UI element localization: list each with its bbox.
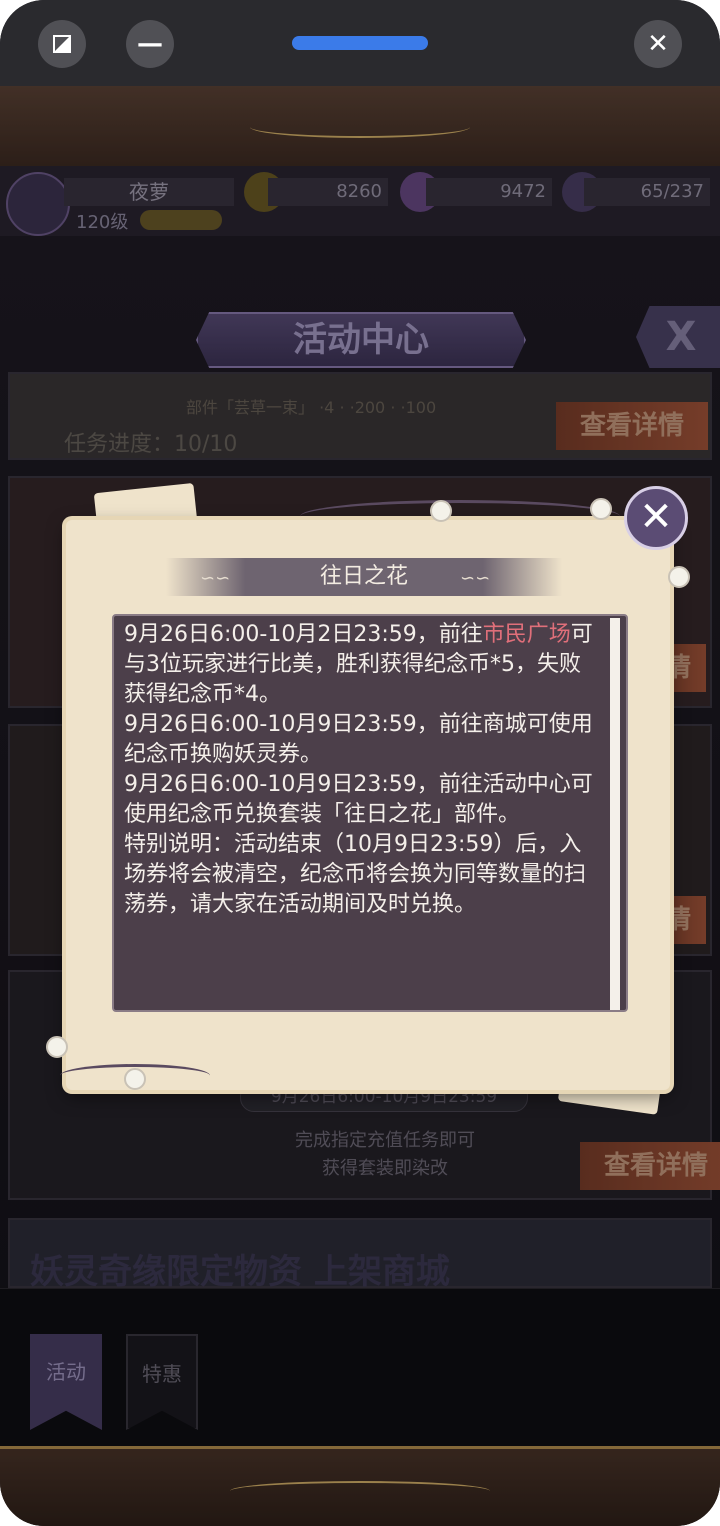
level-badge	[140, 210, 222, 230]
rule-paragraph-2: 9月26日6:00-10月9日23:59，前往商城可使用纪念币换购妖灵券。	[124, 712, 593, 767]
minimize-button[interactable]: —	[126, 20, 174, 68]
task-progress: 任务进度：10/10	[64, 432, 238, 457]
condition-line-1: 完成指定充值任务即可	[295, 1130, 475, 1151]
vine-decoration	[300, 500, 620, 533]
ornament-icon	[250, 116, 470, 138]
plaza-link[interactable]: 市民广场	[483, 622, 571, 647]
bottom-nav	[0, 1288, 720, 1447]
flower-icon	[668, 566, 690, 588]
app-window: — ✕ 夜萝 120级 8260 9472 65/237 活动中心 X 部件「芸…	[0, 0, 720, 1526]
player-level: 120级	[76, 212, 129, 233]
window-titlebar: — ✕	[0, 0, 720, 86]
rotate-icon-glyph	[53, 35, 71, 53]
coin-count: 8260	[268, 178, 388, 206]
rotate-icon[interactable]	[38, 20, 86, 68]
dialog-content[interactable]: 9月26日6:00-10月2日23:59，前往市民广场可与3位玩家进行比美，胜利…	[112, 614, 628, 1012]
rule-paragraph-4: 特别说明：活动结束（10月9日23:59）后，入场券将会被清空，纪念币将会换为同…	[124, 832, 587, 917]
reward-line: 部件「芸草一束」 ·4 · ·200 · ·100	[186, 398, 437, 417]
top-decorative-frame	[0, 86, 720, 169]
dialog-close-button[interactable]: ✕	[624, 486, 688, 550]
gem-count: 9472	[426, 178, 552, 206]
drag-handle[interactable]	[292, 36, 428, 50]
condition-line-2: 获得套装即染改	[322, 1158, 448, 1179]
view-details-button[interactable]: 查看详情	[580, 1142, 720, 1190]
window-close-button[interactable]: ✕	[634, 20, 682, 68]
bottom-decorative-frame	[0, 1446, 720, 1526]
flower-icon	[430, 500, 452, 522]
activity-close-button[interactable]: X	[636, 306, 720, 368]
rule-paragraph-3: 9月26日6:00-10月9日23:59，前往活动中心可使用纪念币兑换套装「往日…	[124, 772, 593, 827]
rule-1-prefix: 9月26日6:00-10月2日23:59，前往	[124, 622, 483, 647]
flower-icon	[124, 1068, 146, 1090]
shop-banner-text: 妖灵奇缘限定物资 上架商城	[30, 1252, 450, 1292]
dialog-scrollbar[interactable]	[610, 618, 620, 1010]
view-details-button[interactable]: 查看详情	[556, 402, 708, 450]
page-title: 活动中心	[196, 312, 526, 368]
ornament-icon	[230, 1481, 490, 1501]
stamina-count: 65/237	[584, 178, 710, 206]
player-name: 夜萝	[64, 178, 234, 206]
flower-icon	[46, 1036, 68, 1058]
flower-icon	[590, 498, 612, 520]
player-avatar[interactable]	[6, 172, 70, 236]
rule-paragraph-1: 9月26日6:00-10月2日23:59，前往市民广场可与3位玩家进行比美，胜利…	[124, 620, 602, 710]
dialog-title: 往日之花	[319, 564, 408, 589]
